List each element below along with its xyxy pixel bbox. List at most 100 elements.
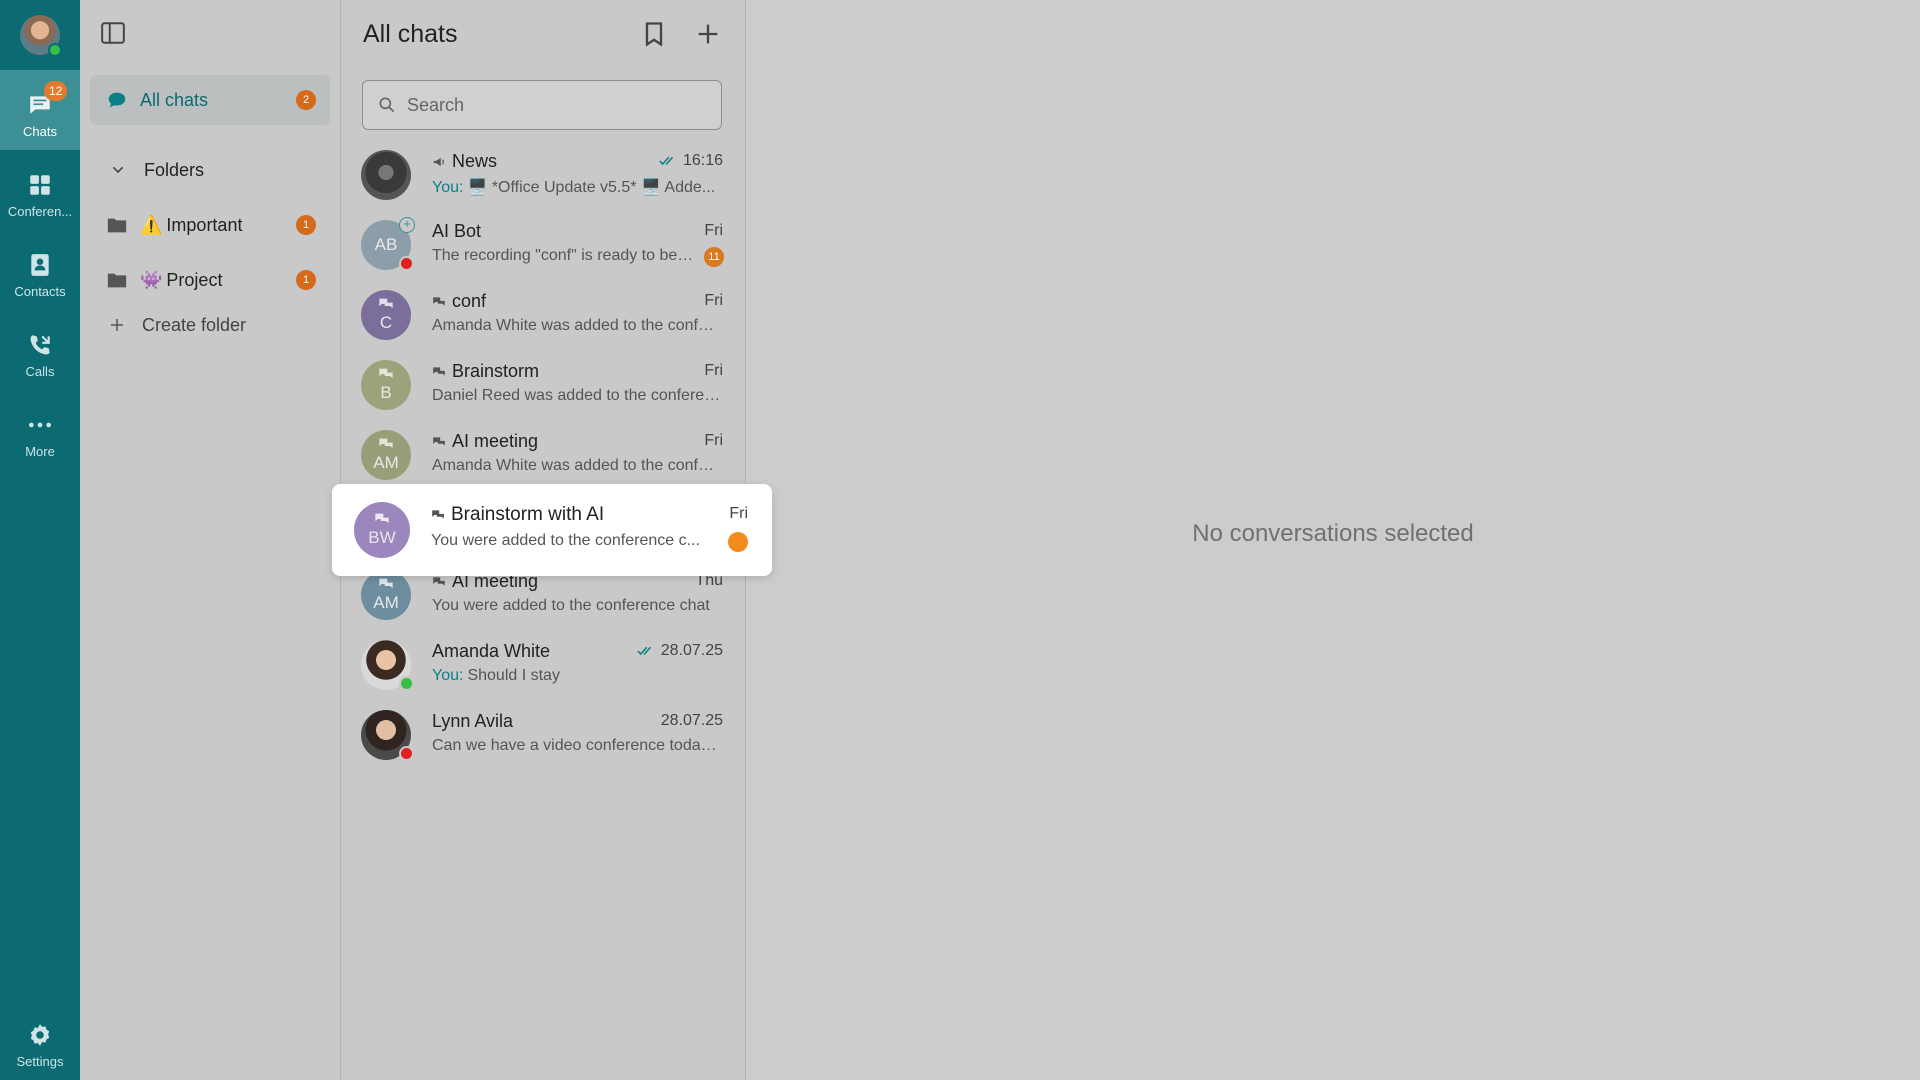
chat-name: News <box>432 151 497 172</box>
chat-preview-text: 🖥️ *Office Update v5.5* 🖥️ Adde... <box>467 179 716 196</box>
bookmark-icon[interactable] <box>640 20 668 48</box>
chat-name: Brainstorm <box>432 361 539 382</box>
chats-unread-badge: 12 <box>44 81 68 101</box>
chat-avatar: B <box>361 360 411 410</box>
rail-label: Settings <box>16 1054 64 1069</box>
chat-row-ai-meeting[interactable]: AM AI meeting Fri Amanda White was added… <box>341 420 746 490</box>
chat-row-news[interactable]: News 16:16 You: 🖥️ *Office Update v5.5* 🖥… <box>341 140 746 210</box>
chat-name: AI meeting <box>432 431 538 452</box>
folder-project[interactable]: 👾 Project 1 <box>90 255 330 305</box>
chat-time-text: Fri <box>704 222 723 239</box>
chat-time: 16:16 <box>659 152 723 170</box>
chat-name-text: AI meeting <box>452 431 539 451</box>
rail-item-chats[interactable]: Chats 12 <box>0 70 80 150</box>
folder-icon <box>107 218 127 233</box>
search-icon <box>379 97 395 113</box>
avatar-initials: AB <box>374 235 398 254</box>
chat-preview: You: Should I stay <box>432 667 722 685</box>
chat-name-text: Brainstorm <box>452 361 540 381</box>
folders-panel: All chats 2 Folders ⚠️ Important 1 👾 Pro… <box>80 0 341 1080</box>
folder-icon <box>107 273 127 288</box>
chat-preview: The recording "conf" is ready to be t... <box>432 247 697 264</box>
search-input[interactable] <box>407 94 707 116</box>
group-chat-icon <box>375 513 389 523</box>
sidebar-toggle-icon[interactable] <box>100 20 126 46</box>
folder-emoji: ⚠️ <box>140 214 163 235</box>
group-chat-icon <box>379 368 393 378</box>
conference-grid-icon <box>30 175 50 195</box>
chat-avatar: AM <box>361 570 411 620</box>
double-check-icon <box>636 646 651 656</box>
chat-name: conf <box>432 291 486 312</box>
group-chat-icon <box>379 578 393 588</box>
avatar-initials: B <box>380 383 392 402</box>
chat-row-ai-bot[interactable]: AB + AI Bot Fri The recording "conf" is … <box>341 210 746 280</box>
group-chat-icon <box>433 366 445 375</box>
chat-row-brainstorm-with-ai[interactable]: BW Brainstorm with AI Fri You were added… <box>332 484 772 576</box>
you-prefix: You: <box>432 667 464 684</box>
chat-name-text: AI Bot <box>432 221 482 241</box>
chat-preview-text: Should I stay <box>467 667 560 684</box>
chat-time-text: Fri <box>704 362 723 379</box>
megaphone-icon <box>433 157 444 166</box>
avatar-initials: C <box>379 313 393 332</box>
chat-preview: Amanda White was added to the confer... <box>432 317 722 334</box>
chat-row-conf[interactable]: C conf Fri Amanda White was added to the… <box>341 280 746 350</box>
chat-name-text: Brainstorm with AI <box>451 504 605 525</box>
chat-name: Amanda White <box>432 641 550 662</box>
bot-plus-icon: + <box>399 217 415 233</box>
avatar-initials: AM <box>373 453 399 472</box>
chat-time: Fri <box>704 222 723 240</box>
chat-row-amanda-white[interactable]: Amanda White 28.07.25 You: Should I stay <box>341 630 746 700</box>
folder-all-chats[interactable]: All chats 2 <box>90 75 330 125</box>
group-chat-icon <box>433 576 445 585</box>
rail-item-more[interactable]: More <box>0 390 80 470</box>
user-avatar[interactable] <box>20 15 62 57</box>
chat-time: Fri <box>704 362 723 380</box>
rail-item-contacts[interactable]: Contacts <box>0 230 80 310</box>
folder-label: Important <box>166 214 243 235</box>
unread-dot <box>728 532 748 552</box>
rail-label: Calls <box>25 364 55 379</box>
chat-preview: You: 🖥️ *Office Update v5.5* 🖥️ Adde... <box>432 177 722 197</box>
create-folder-button[interactable]: Create folder <box>90 300 330 350</box>
plus-icon <box>111 319 123 331</box>
group-chat-icon <box>379 298 393 308</box>
chat-avatar <box>361 150 411 200</box>
folder-label: Project <box>166 269 223 290</box>
chat-time: Fri <box>704 292 723 310</box>
chat-row-brainstorm[interactable]: B Brainstorm Fri Daniel Reed was added t… <box>341 350 746 420</box>
chat-row-lynn-avila[interactable]: Lynn Avila 28.07.25 Can we have a video … <box>341 700 746 770</box>
group-chat-icon <box>433 436 445 445</box>
folder-label: All chats <box>140 89 209 110</box>
chat-avatar: C <box>361 290 411 340</box>
rail-label: Contacts <box>14 284 66 299</box>
rail-item-conferences[interactable]: Conferen... <box>0 150 80 230</box>
avatar-initials: AM <box>373 593 399 612</box>
new-chat-plus-icon[interactable] <box>694 20 722 48</box>
rail-item-settings[interactable]: Settings <box>0 1000 80 1080</box>
avatar-initials: BW <box>368 528 396 547</box>
chat-time-text: 16:16 <box>682 152 723 169</box>
chat-preview: Amanda White was added to the confer... <box>432 457 722 474</box>
chat-time: 28.07.25 <box>661 712 723 730</box>
chat-avatar <box>361 640 414 691</box>
chat-time: Fri <box>704 432 723 450</box>
offline-status-dot <box>399 746 414 761</box>
chat-name: Brainstorm with AI <box>431 504 604 526</box>
rail-item-calls[interactable]: Calls <box>0 310 80 390</box>
folder-badge: 1 <box>296 270 316 290</box>
folders-section-toggle[interactable]: Folders <box>90 145 330 195</box>
folder-important[interactable]: ⚠️ Important 1 <box>90 200 330 250</box>
rail-label: Chats <box>23 124 57 139</box>
double-check-icon <box>659 156 674 166</box>
chat-name-text: Amanda White <box>432 641 551 661</box>
search-box <box>362 80 722 130</box>
offline-status-dot <box>399 256 414 271</box>
chat-name-text: News <box>452 151 498 171</box>
chat-bubble-icon <box>108 92 126 108</box>
chevron-down-icon <box>112 166 124 174</box>
folder-emoji: 👾 <box>140 269 163 290</box>
group-chat-icon <box>379 438 393 448</box>
online-status-dot <box>48 43 62 57</box>
